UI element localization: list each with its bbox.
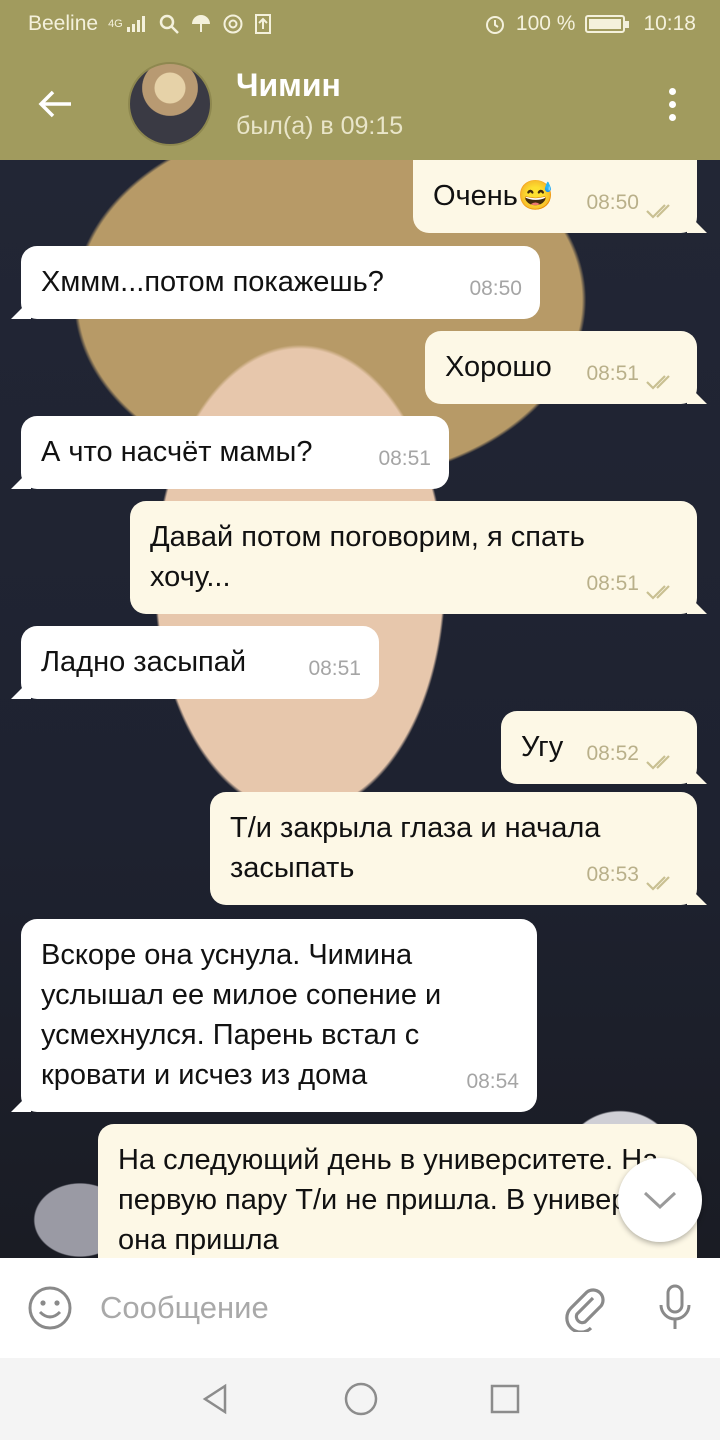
battery-percent: 100 % bbox=[515, 12, 576, 35]
message-bubble[interactable]: На следующий день в университете. На пер… bbox=[98, 1124, 697, 1258]
message-bubble[interactable]: Ладно засыпай 08:51 bbox=[21, 626, 379, 699]
message-bubble[interactable]: А что насчёт мамы? 08:51 bbox=[21, 416, 449, 489]
message-text: Т/и закрыла глаза и начала засыпать bbox=[230, 812, 601, 884]
message-text: Угу bbox=[521, 731, 564, 763]
mic-icon bbox=[659, 1284, 691, 1329]
emoji-button[interactable] bbox=[0, 1258, 100, 1358]
message-input[interactable] bbox=[100, 1290, 540, 1326]
message-time: 08:51 bbox=[586, 572, 639, 595]
message-time: 08:54 bbox=[466, 1070, 519, 1093]
battery-icon bbox=[585, 15, 630, 33]
avatar[interactable] bbox=[128, 62, 212, 146]
contact-name: Чимин bbox=[236, 67, 341, 103]
mic-button[interactable] bbox=[630, 1258, 720, 1358]
status-bar: Beeline 4G 100 % 10:18 bbox=[0, 0, 720, 48]
message-time: 08:53 bbox=[586, 863, 639, 886]
chevron-down-icon bbox=[643, 1191, 677, 1210]
message-bubble[interactable]: Хорошо 08:51 bbox=[425, 331, 697, 404]
message-bubble[interactable]: Хммм...потом покажешь? 08:50 bbox=[21, 246, 540, 319]
last-seen: был(а) в 09:15 bbox=[236, 112, 404, 140]
message-text: А что насчёт мамы? bbox=[41, 436, 313, 468]
at-icon bbox=[223, 14, 243, 34]
read-ticks-icon bbox=[645, 575, 679, 600]
read-ticks-icon bbox=[645, 194, 679, 219]
clock: 10:18 bbox=[643, 12, 696, 35]
chat-header: Чимин был(а) в 09:15 bbox=[0, 48, 720, 160]
message-time: 08:51 bbox=[308, 657, 361, 680]
message-time: 08:50 bbox=[586, 191, 639, 214]
message-text: Хммм...потом покажешь? bbox=[41, 266, 384, 298]
nav-home-icon[interactable] bbox=[343, 1381, 379, 1417]
message-text: Давай потом поговорим, я спать хочу... bbox=[150, 521, 585, 593]
message-bubble[interactable]: Очень😅 08:50 bbox=[413, 160, 697, 233]
message-bubble[interactable]: Вскоре она уснула. Чимина услышал ее мил… bbox=[21, 919, 537, 1112]
back-arrow-icon bbox=[38, 90, 71, 118]
system-nav-bar bbox=[0, 1358, 720, 1440]
alarm-icon bbox=[485, 16, 504, 34]
attach-button[interactable] bbox=[540, 1258, 630, 1358]
chat-area[interactable]: Очень😅 08:50 Хммм...потом покажешь? 08:5… bbox=[0, 160, 720, 1258]
attach-icon bbox=[565, 1288, 605, 1332]
read-ticks-icon bbox=[645, 866, 679, 891]
emoji-icon bbox=[28, 1286, 72, 1330]
carrier-label: Beeline bbox=[28, 12, 99, 35]
back-button[interactable] bbox=[0, 48, 110, 160]
read-ticks-icon bbox=[645, 745, 679, 770]
more-vert-icon[interactable] bbox=[624, 48, 720, 160]
message-time: 08:51 bbox=[378, 447, 431, 470]
message-bubble[interactable]: Давай потом поговорим, я спать хочу... 0… bbox=[130, 501, 697, 614]
nav-recents-icon[interactable] bbox=[489, 1383, 521, 1415]
message-text: Хорошо bbox=[445, 351, 552, 383]
message-bubble[interactable]: Т/и закрыла глаза и начала засыпать 08:5… bbox=[210, 792, 697, 905]
message-time: 08:51 bbox=[586, 362, 639, 385]
read-ticks-icon bbox=[645, 365, 679, 390]
message-text: Вскоре она уснула. Чимина услышал ее мил… bbox=[41, 939, 442, 1091]
message-text: Ладно засыпай bbox=[41, 646, 247, 678]
signal-icon: 4G bbox=[108, 15, 148, 33]
message-composer bbox=[0, 1258, 720, 1358]
search-status-icon bbox=[159, 14, 179, 34]
network-type-label: 4G bbox=[108, 17, 123, 30]
message-time: 08:50 bbox=[469, 277, 522, 300]
message-text: Очень😅 bbox=[433, 180, 555, 212]
message-time: 08:52 bbox=[586, 742, 639, 765]
upload-icon bbox=[254, 14, 271, 34]
umbrella-icon bbox=[191, 15, 210, 32]
scroll-down-button[interactable] bbox=[618, 1158, 702, 1242]
nav-back-icon[interactable] bbox=[199, 1382, 233, 1416]
message-text: На следующий день в университете. На пер… bbox=[118, 1144, 659, 1256]
message-bubble[interactable]: Угу 08:52 bbox=[501, 711, 697, 784]
contact-info[interactable]: Чимин был(а) в 09:15 bbox=[236, 67, 624, 141]
